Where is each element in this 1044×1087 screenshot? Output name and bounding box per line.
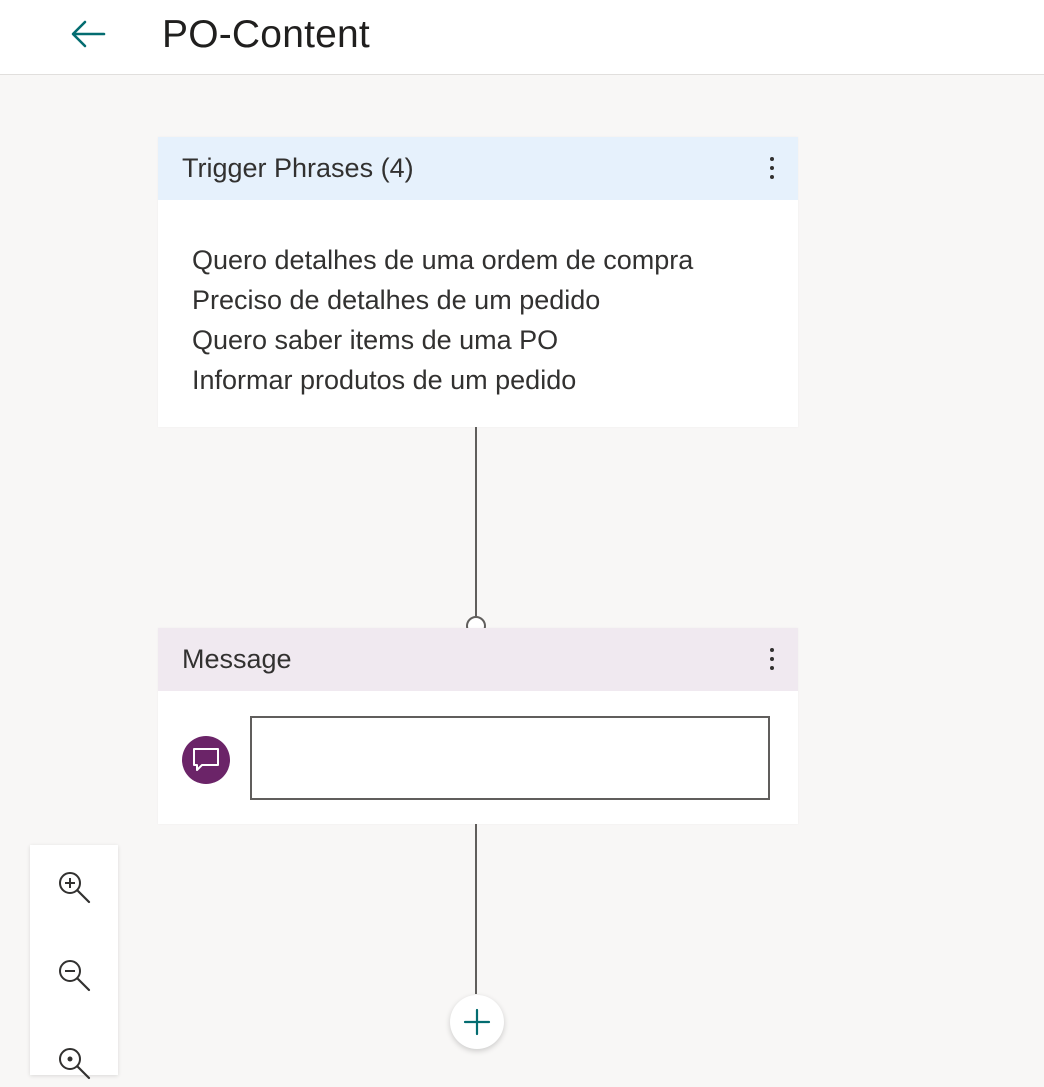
message-more-options-button[interactable] <box>760 642 784 676</box>
connector-line <box>475 824 477 994</box>
chat-bubble-icon <box>193 748 219 771</box>
trigger-node-header: Trigger Phrases (4) <box>158 137 798 200</box>
zoom-controls <box>30 845 118 1080</box>
trigger-phrase: Quero detalhes de uma ordem de compra <box>192 245 694 275</box>
trigger-phrase: Quero saber items de uma PO <box>192 325 559 355</box>
zoom-out-button[interactable] <box>50 951 98 999</box>
fit-to-screen-icon <box>59 1048 91 1080</box>
trigger-phrase: Preciso de detalhes de um pedido <box>192 285 601 315</box>
message-node[interactable]: Message <box>158 628 798 824</box>
trigger-node-title: Trigger Phrases (4) <box>182 153 414 183</box>
message-text-input[interactable] <box>250 716 770 800</box>
more-vertical-icon <box>770 648 774 652</box>
zoom-in-icon <box>59 872 91 904</box>
add-node-button[interactable] <box>450 995 504 1049</box>
trigger-more-options-button[interactable] <box>760 151 784 185</box>
page-title: PO-Content <box>162 13 370 56</box>
arrow-left-icon <box>71 20 106 48</box>
plus-icon <box>463 1008 491 1036</box>
fit-to-screen-button[interactable] <box>50 1039 98 1087</box>
zoom-in-button[interactable] <box>50 863 98 911</box>
zoom-out-icon <box>59 960 91 992</box>
authoring-canvas[interactable]: Trigger Phrases (4) Quero detalhes de um… <box>0 75 1044 1080</box>
message-node-header: Message <box>158 628 798 691</box>
trigger-phrase: Informar produtos de um pedido <box>192 365 577 395</box>
top-bar: PO-Content <box>0 0 1044 75</box>
connector-line <box>475 427 477 617</box>
bot-message-avatar <box>182 736 230 784</box>
message-node-title: Message <box>182 644 292 674</box>
trigger-phrase-list: Quero detalhes de uma ordem de compra Pr… <box>158 200 798 400</box>
back-button[interactable] <box>62 12 114 56</box>
trigger-phrases-node[interactable]: Trigger Phrases (4) Quero detalhes de um… <box>158 137 798 427</box>
more-vertical-icon <box>770 157 774 161</box>
